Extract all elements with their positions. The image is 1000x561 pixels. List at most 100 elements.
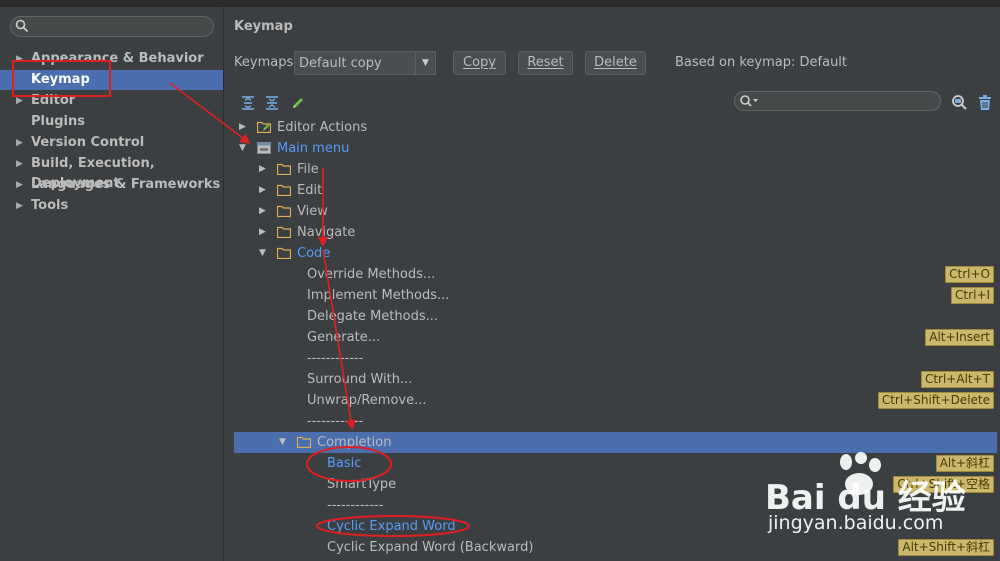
tree-node-label: ------------: [307, 351, 364, 366]
tree-node-label: Edit: [297, 183, 323, 198]
folder-icon: [277, 184, 291, 196]
tree-node-label: Main menu: [277, 141, 350, 156]
sidebar-item-label: Version Control: [31, 135, 145, 150]
tree-node[interactable]: ▶ File: [234, 159, 997, 180]
sidebar-item-editor[interactable]: ▶ Editor: [0, 91, 223, 111]
tree-node-label: View: [297, 204, 328, 219]
tree-node-label: Surround With...: [307, 372, 413, 387]
tree-node-label: ------------: [327, 498, 384, 513]
settings-sidebar: ▶ Appearance & Behavior Keymap ▶ Editor Plugi…: [0, 7, 224, 561]
expand-arrow-icon[interactable]: ▶: [16, 154, 23, 174]
tree-node-label: Code: [297, 246, 331, 261]
expand-arrow-icon[interactable]: ▶: [16, 133, 23, 153]
tree-node[interactable]: ▶ View: [234, 201, 997, 222]
expand-arrow-icon[interactable]: ▶: [259, 222, 266, 243]
tree-node-label: Implement Methods...: [307, 288, 450, 303]
window-title-bar: [0, 0, 1000, 7]
action-row[interactable]: Unwrap/Remove... Ctrl+Shift+Delete: [234, 390, 997, 411]
sidebar-item-label: Tools: [31, 198, 69, 213]
chevron-down-icon[interactable]: ▼: [415, 52, 435, 74]
menu-icon: [257, 142, 271, 154]
reset-button[interactable]: Reset: [518, 51, 573, 75]
search-dropdown-icon[interactable]: [739, 93, 761, 109]
tree-node[interactable]: ▶ Navigate: [234, 222, 997, 243]
tree-node[interactable]: ▼ Completion: [234, 432, 997, 453]
action-row[interactable]: ------------: [234, 411, 997, 432]
settings-search-input[interactable]: [10, 16, 214, 37]
tree-node-label: Basic: [327, 456, 362, 471]
sidebar-item-keymap[interactable]: Keymap: [0, 70, 223, 90]
keymap-select[interactable]: Default copy ▼: [294, 51, 436, 75]
action-row[interactable]: Generate... Alt+Insert: [234, 327, 997, 348]
folder-icon: [277, 226, 291, 238]
tree-node-label: Delegate Methods...: [307, 309, 438, 324]
tree-node-label: SmartType: [327, 477, 397, 492]
edit-pencil-icon[interactable]: [290, 95, 306, 111]
tree-node-label: Navigate: [297, 225, 356, 240]
sidebar-item-label: Appearance & Behavior: [31, 51, 204, 66]
sidebar-item-label: Plugins: [31, 114, 85, 129]
find-by-shortcut-icon[interactable]: [950, 94, 968, 112]
sidebar-item-version-control[interactable]: ▶ Version Control: [0, 133, 223, 153]
expand-arrow-icon[interactable]: ▶: [16, 175, 23, 195]
action-row[interactable]: Override Methods... Ctrl+O: [234, 264, 997, 285]
expand-arrow-icon[interactable]: ▶: [259, 180, 266, 201]
collapse-all-icon[interactable]: [264, 95, 280, 111]
shortcut-badge: Alt+Insert: [925, 329, 994, 346]
action-row[interactable]: ------------: [234, 348, 997, 369]
sidebar-item-languages-frameworks[interactable]: ▶ Languages & Frameworks: [0, 175, 223, 195]
sidebar-item-tools[interactable]: ▶ Tools: [0, 196, 223, 216]
shortcut-filter-input[interactable]: [734, 91, 941, 111]
trash-icon[interactable]: [976, 94, 994, 112]
page-title: Keymap: [234, 19, 293, 34]
tree-node[interactable]: ▶ Edit: [234, 180, 997, 201]
sidebar-item-plugins[interactable]: Plugins: [0, 112, 223, 132]
tree-node-label: Cyclic Expand Word (Backward): [327, 540, 534, 555]
watermark-url: jingyan.baidu.com: [768, 512, 944, 534]
sidebar-item-label: Keymap: [31, 72, 90, 87]
expand-arrow-icon[interactable]: ▶: [259, 159, 266, 180]
folder-icon: [277, 205, 291, 217]
editor-actions-icon: [257, 121, 271, 133]
expand-arrow-icon[interactable]: ▶: [16, 49, 23, 69]
tree-node[interactable]: ▼ Code: [234, 243, 997, 264]
folder-icon: [277, 163, 291, 175]
keymap-select-value: Default copy: [299, 56, 382, 71]
collapse-arrow-icon[interactable]: ▼: [279, 432, 286, 453]
shortcut-badge: Ctrl+O: [945, 266, 994, 283]
folder-icon: [277, 247, 291, 259]
action-row[interactable]: Surround With... Ctrl+Alt+T: [234, 369, 997, 390]
tree-node-label: Generate...: [307, 330, 381, 345]
sidebar-item-label: Languages & Frameworks: [31, 177, 221, 192]
expand-arrow-icon[interactable]: ▶: [239, 117, 246, 138]
expand-arrow-icon[interactable]: ▶: [259, 201, 266, 222]
copy-button[interactable]: Copy: [453, 51, 506, 75]
expand-arrow-icon[interactable]: ▶: [16, 91, 23, 111]
collapse-arrow-icon[interactable]: ▼: [239, 138, 246, 159]
tree-node[interactable]: ▼ Main menu: [234, 138, 997, 159]
tree-node-label: Override Methods...: [307, 267, 436, 282]
shortcut-badge: Ctrl+I: [951, 287, 994, 304]
tree-node-label: Editor Actions: [277, 120, 368, 135]
tree-node-label: Cyclic Expand Word: [327, 519, 456, 534]
tree-node-label: File: [297, 162, 319, 177]
shortcut-badge: Ctrl+Alt+T: [920, 371, 994, 388]
expand-arrow-icon[interactable]: ▶: [16, 196, 23, 216]
collapse-arrow-icon[interactable]: ▼: [259, 243, 266, 264]
sidebar-item-label: Editor: [31, 93, 76, 108]
delete-button[interactable]: Delete: [585, 51, 646, 75]
baidu-jingyan-watermark: Bai du 经验 jingyan.baidu.com: [765, 452, 1000, 542]
sidebar-item-build-execution-deployment[interactable]: ▶ Build, Execution, Deployment: [0, 154, 223, 191]
action-row[interactable]: Delegate Methods...: [234, 306, 997, 327]
based-on-text: Based on keymap: Default: [675, 55, 848, 70]
search-icon: [15, 19, 29, 33]
tree-node-label: ------------: [307, 414, 364, 429]
keymaps-label: Keymaps:: [234, 55, 298, 70]
tree-node-label: Completion: [317, 435, 392, 450]
action-row[interactable]: Implement Methods... Ctrl+I: [234, 285, 997, 306]
shortcut-badge: Ctrl+Shift+Delete: [877, 392, 994, 409]
tree-node-label: Unwrap/Remove...: [307, 393, 427, 408]
tree-node[interactable]: ▶ Editor Actions: [234, 117, 997, 138]
expand-all-icon[interactable]: [240, 95, 256, 111]
sidebar-item-appearance-behavior[interactable]: ▶ Appearance & Behavior: [0, 49, 223, 69]
